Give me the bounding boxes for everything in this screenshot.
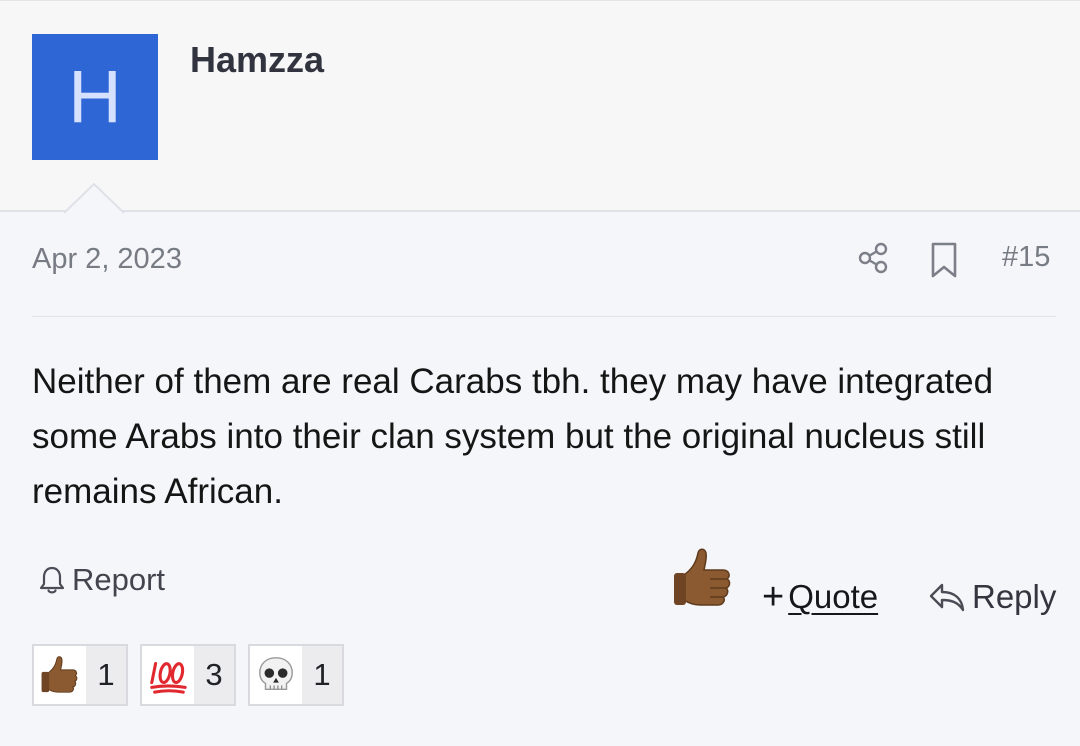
- hundred-points-icon: [150, 662, 187, 694]
- bookmark-icon[interactable]: [929, 241, 959, 279]
- reaction-hundred[interactable]: 3: [140, 644, 236, 706]
- avatar[interactable]: H: [32, 34, 158, 160]
- report-label: Report: [72, 562, 166, 597]
- reaction-count: 1: [86, 646, 126, 704]
- divider: [32, 316, 1056, 317]
- plus-icon: +: [762, 576, 785, 618]
- skull-icon: [259, 657, 293, 691]
- reaction-skull[interactable]: 1: [248, 644, 344, 706]
- reaction-like[interactable]: 1: [32, 644, 128, 706]
- thumbs-up-icon[interactable]: [670, 545, 736, 611]
- report-button[interactable]: Report: [36, 560, 165, 600]
- post-header: H Hamzza: [0, 0, 1080, 212]
- reply-button[interactable]: Reply: [928, 578, 1056, 616]
- reply-icon: [929, 583, 965, 612]
- thumbs-up-emoji-icon: [41, 656, 78, 693]
- quote-label: Quote: [788, 578, 879, 615]
- reaction-count: 3: [194, 646, 234, 704]
- post-number-link[interactable]: #15: [1002, 241, 1050, 274]
- arrow-tip-icon: [64, 183, 124, 214]
- share-icon[interactable]: [856, 241, 890, 275]
- post-body: Neither of them are real Carabs tbh. the…: [32, 362, 994, 511]
- reaction-count: 1: [302, 646, 342, 704]
- quote-button[interactable]: + Quote: [762, 578, 878, 616]
- bell-icon: [39, 566, 65, 594]
- reactions-bar: 1 3 1: [32, 644, 344, 706]
- username[interactable]: Hamzza: [190, 39, 324, 81]
- reply-label: Reply: [972, 578, 1057, 615]
- post-date[interactable]: Apr 2, 2023: [32, 243, 182, 276]
